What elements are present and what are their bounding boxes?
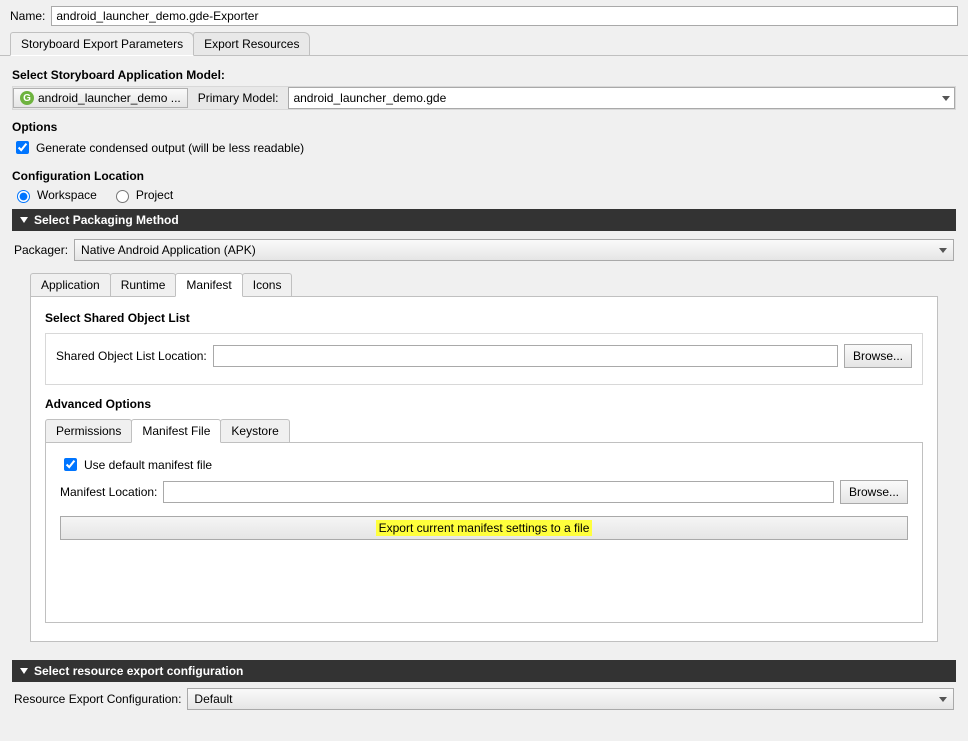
tab-application[interactable]: Application: [30, 273, 111, 296]
tab-permissions[interactable]: Permissions: [45, 419, 132, 442]
resource-export-value: Default: [194, 692, 232, 706]
shared-object-browse-button[interactable]: Browse...: [844, 344, 912, 368]
primary-model-label: Primary Model:: [192, 91, 285, 105]
manifest-location-label: Manifest Location:: [60, 485, 157, 499]
chevron-down-icon: [939, 248, 947, 253]
shared-object-input[interactable]: [213, 345, 838, 367]
radio-workspace-label: Workspace: [37, 188, 97, 202]
tab-storyboard-export-parameters[interactable]: Storyboard Export Parameters: [10, 32, 194, 56]
section-model-title: Select Storyboard Application Model:: [12, 68, 956, 82]
select-model-button-label: android_launcher_demo ...: [38, 91, 181, 105]
tab-icons[interactable]: Icons: [242, 273, 293, 296]
radio-project-label: Project: [136, 188, 173, 202]
radio-project[interactable]: [116, 190, 129, 203]
collapse-icon: [20, 668, 28, 674]
resource-export-dropdown[interactable]: Default: [187, 688, 954, 710]
chevron-down-icon: [942, 96, 950, 101]
section-resource-export-title: Select resource export configuration: [34, 664, 243, 678]
export-manifest-button[interactable]: Export current manifest settings to a fi…: [60, 516, 908, 540]
checkbox-use-default-manifest[interactable]: [64, 458, 77, 471]
primary-model-dropdown[interactable]: android_launcher_demo.gde: [288, 87, 955, 109]
resource-export-label: Resource Export Configuration:: [14, 692, 181, 706]
checkbox-use-default-manifest-label: Use default manifest file: [84, 458, 212, 472]
advanced-options-title: Advanced Options: [45, 397, 923, 411]
packager-label: Packager:: [14, 243, 68, 257]
shared-object-title: Select Shared Object List: [45, 311, 923, 325]
export-manifest-button-label: Export current manifest settings to a fi…: [376, 520, 593, 536]
shared-object-label: Shared Object List Location:: [56, 349, 207, 363]
chevron-down-icon: [939, 697, 947, 702]
manifest-browse-button[interactable]: Browse...: [840, 480, 908, 504]
checkbox-condensed-output[interactable]: [16, 141, 29, 154]
tab-export-resources[interactable]: Export Resources: [193, 32, 310, 55]
section-options-title: Options: [12, 120, 956, 134]
section-resource-export-header[interactable]: Select resource export configuration: [12, 660, 956, 682]
tab-runtime[interactable]: Runtime: [110, 273, 177, 296]
primary-model-value: android_launcher_demo.gde: [293, 91, 446, 105]
collapse-icon: [20, 217, 28, 223]
tab-keystore[interactable]: Keystore: [220, 419, 289, 442]
packager-dropdown[interactable]: Native Android Application (APK): [74, 239, 954, 261]
tab-manifest-file[interactable]: Manifest File: [131, 419, 221, 443]
manifest-location-input[interactable]: [163, 481, 834, 503]
name-input[interactable]: [51, 6, 958, 26]
name-label: Name:: [10, 9, 45, 23]
radio-workspace[interactable]: [17, 190, 30, 203]
checkbox-condensed-output-label: Generate condensed output (will be less …: [36, 141, 304, 155]
section-packaging-title: Select Packaging Method: [34, 213, 179, 227]
section-packaging-header[interactable]: Select Packaging Method: [12, 209, 956, 231]
section-config-location-title: Configuration Location: [12, 169, 956, 183]
packager-value: Native Android Application (APK): [81, 243, 256, 257]
select-model-button[interactable]: G android_launcher_demo ...: [13, 88, 188, 108]
tab-manifest[interactable]: Manifest: [175, 273, 242, 297]
model-icon: G: [20, 91, 34, 105]
